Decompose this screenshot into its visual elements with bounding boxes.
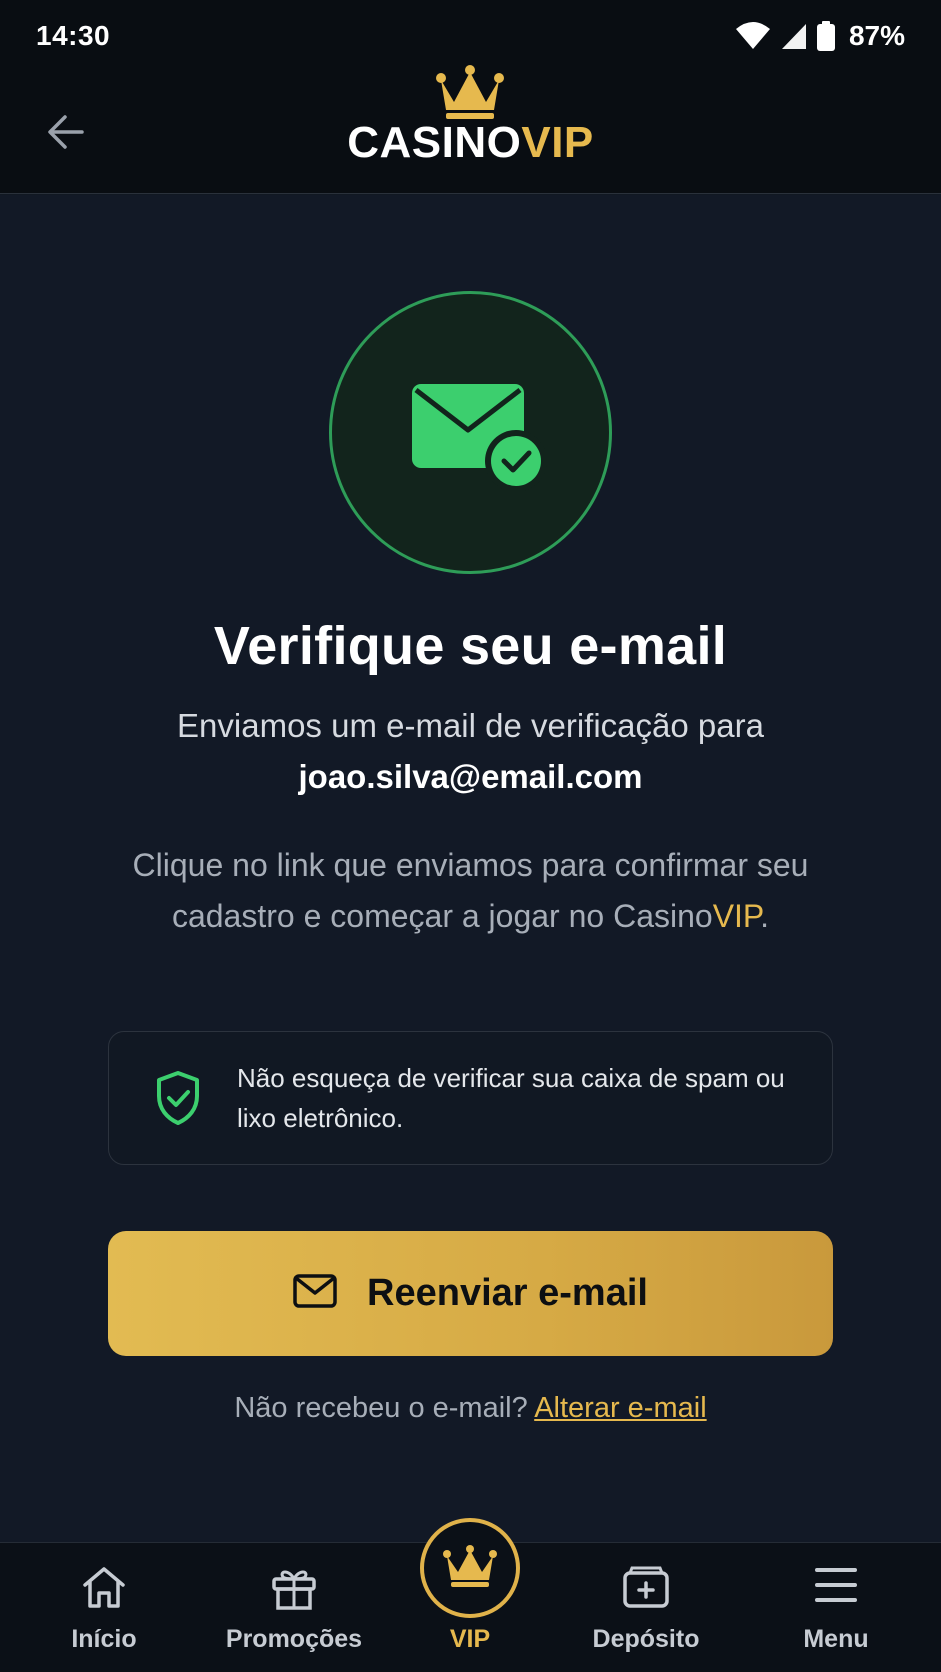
status-icons: 87% bbox=[735, 20, 905, 52]
resend-email-button[interactable]: Reenviar e-mail bbox=[108, 1231, 833, 1356]
app-header: CASINOVIP bbox=[0, 65, 941, 194]
bottom-navigation: Início Promoções VIP Depósito Menu bbox=[0, 1518, 941, 1672]
mail-icon bbox=[293, 1274, 337, 1313]
change-email-link[interactable]: Alterar e-mail bbox=[534, 1392, 706, 1424]
arrow-left-icon bbox=[46, 114, 86, 155]
resend-email-label: Reenviar e-mail bbox=[367, 1272, 648, 1314]
nav-label-promocoes: Promoções bbox=[225, 1625, 363, 1653]
shield-check-icon bbox=[155, 1070, 201, 1131]
envelope-check-icon bbox=[412, 384, 552, 499]
nav-item-promocoes[interactable]: Promoções bbox=[204, 1543, 384, 1672]
spam-notice: Não esqueça de verificar sua caixa de sp… bbox=[108, 1031, 833, 1165]
logo-wordmark: CASINOVIP bbox=[340, 118, 601, 168]
nav-item-vip[interactable]: VIP bbox=[380, 1543, 560, 1672]
spam-notice-text: Não esqueça de verificar sua caixa de sp… bbox=[237, 1063, 785, 1133]
back-button[interactable] bbox=[38, 106, 94, 162]
wifi-icon bbox=[735, 21, 771, 51]
menu-icon bbox=[814, 1565, 858, 1610]
crown-icon bbox=[435, 62, 505, 125]
nav-item-menu[interactable]: Menu bbox=[746, 1543, 926, 1672]
nav-label-menu: Menu bbox=[803, 1625, 869, 1653]
email-address: joao.silva@email.com bbox=[298, 758, 643, 795]
wallet-icon bbox=[622, 1565, 670, 1614]
hero-badge bbox=[329, 291, 612, 574]
signal-icon bbox=[781, 22, 807, 50]
instructions-main: Clique no link que enviamos para confirm… bbox=[132, 847, 809, 934]
main-content: Verifique seu e-mail Enviamos um e-mail … bbox=[0, 195, 941, 1542]
instructions-vip: VIP bbox=[712, 898, 761, 934]
nav-item-deposito[interactable]: Depósito bbox=[556, 1543, 736, 1672]
logo-text-casino: CASINO bbox=[347, 118, 522, 167]
status-time: 14:30 bbox=[36, 20, 111, 51]
instructions-end: . bbox=[760, 898, 770, 934]
app-root: 14:30 87% CASINOVIP Verifique seu e-mail… bbox=[0, 0, 941, 1672]
battery-percentage: 87% bbox=[848, 20, 905, 51]
home-icon bbox=[81, 1565, 127, 1614]
nav-label-vip: VIP bbox=[449, 1625, 491, 1653]
sent-message: Enviamos um e-mail de verificação para bbox=[177, 707, 764, 744]
nav-label-inicio: Início bbox=[71, 1625, 137, 1653]
change-email-row: Não recebeu o e-mail? Alterar e-mail bbox=[0, 1392, 941, 1425]
casinovip-logo: CASINOVIP bbox=[340, 65, 601, 194]
logo-text-vip: VIP bbox=[521, 118, 594, 167]
change-email-prompt: Não recebeu o e-mail? bbox=[234, 1392, 528, 1424]
nav-label-deposito: Depósito bbox=[592, 1625, 700, 1653]
battery-icon bbox=[816, 21, 835, 51]
nav-item-inicio[interactable]: Início bbox=[14, 1543, 194, 1672]
gift-icon bbox=[271, 1565, 317, 1616]
page-title: Verifique seu e-mail bbox=[213, 616, 728, 676]
instructions-text: Clique no link que enviamos para confirm… bbox=[120, 840, 821, 942]
